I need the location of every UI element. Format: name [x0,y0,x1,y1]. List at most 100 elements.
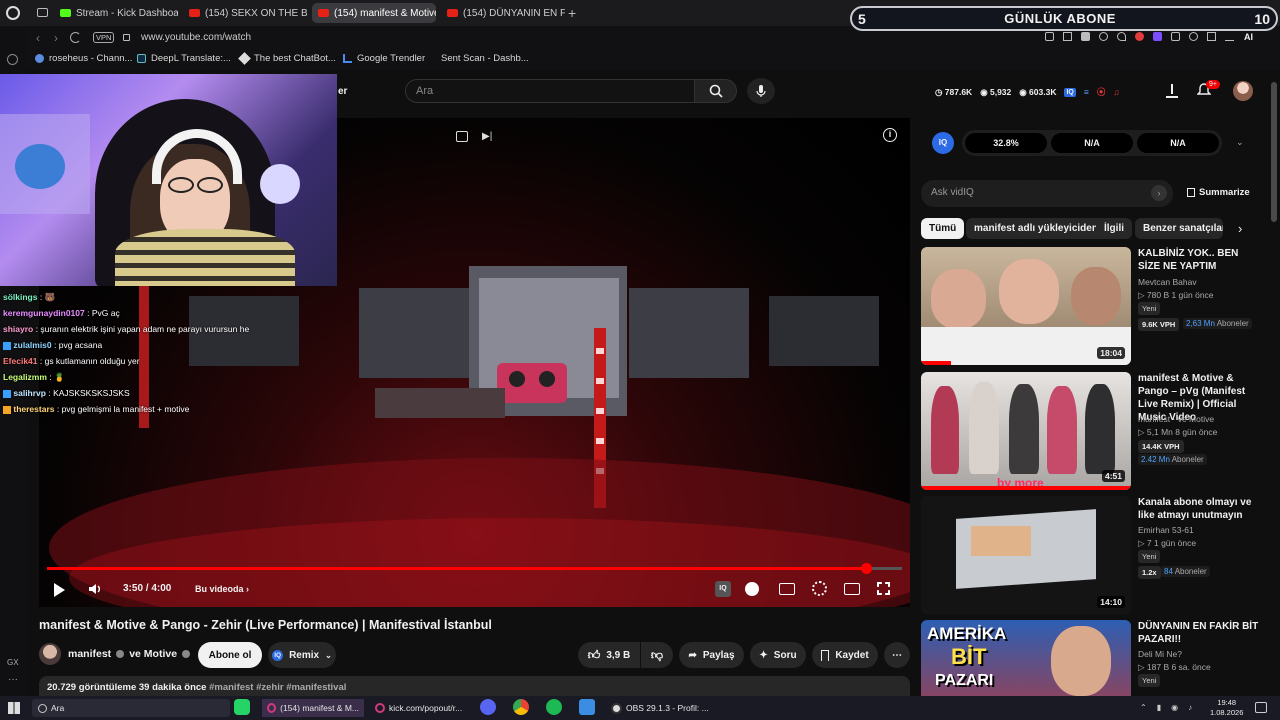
summarize-button[interactable]: Summarize [1187,187,1250,198]
description-box[interactable]: 20.729 görüntüleme 39 dakika önce #manif… [39,676,910,696]
search-input[interactable]: Ara [405,79,695,103]
youtube-logo-text[interactable]: er [338,86,347,97]
start-icon[interactable] [8,702,20,714]
related-video[interactable]: 18:04 KALBİNİZ YOK.. BEN SİZE NE YAPTIM … [921,247,1261,365]
more-actions-button[interactable]: ⋯ [884,642,910,668]
whatsapp-icon[interactable] [234,699,250,715]
related-title[interactable]: KALBİNİZ YOK.. BEN SİZE NE YAPTIM [1138,247,1260,273]
chip-from-uploader[interactable]: manifest adlı yükleyiciden [966,218,1106,239]
chip-related[interactable]: İlgili [1096,218,1132,239]
system-tray-icons[interactable]: ⌃ ▮ ◉ ♪ [1140,703,1192,712]
related-title[interactable]: DÜNYANIN EN FAKİR BİT PAZARI!! [1138,620,1260,646]
related-video[interactable]: by more 4:51 manifest & Motive & Pango –… [921,372,1261,490]
share-button[interactable]: ➦ Paylaş [679,642,744,668]
notifications-button[interactable]: 9+ [1197,80,1220,100]
settings-icon[interactable] [812,581,827,596]
progress-bar[interactable] [47,563,902,574]
related-video[interactable]: AMERİKA BİT PAZARI DÜNYANIN EN FAKİR BİT… [921,620,1261,696]
taskbar-item-kick[interactable]: kick.com/popout/r... [370,699,470,717]
vidiq-score[interactable]: 32.8% [965,133,1047,153]
chapter-button[interactable]: Bu videoda › [195,584,249,594]
discord-icon[interactable] [480,699,496,715]
voice-search-button[interactable] [747,78,775,104]
miniplayer-icon[interactable] [456,131,468,142]
url-field[interactable]: www.youtube.com/watch [141,32,251,43]
volume-icon[interactable] [87,581,103,597]
reload-icon[interactable] [70,32,81,43]
chips-next-icon[interactable]: › [1238,221,1242,236]
related-channel[interactable]: Deli Mi Ne? [1138,649,1182,659]
save-button[interactable]: Kaydet [812,642,878,668]
progress-scrubber[interactable] [861,563,873,574]
list-icon[interactable]: ≡ [1084,87,1089,97]
gx-label[interactable]: GX [7,658,19,667]
scrollbar-thumb[interactable] [1271,82,1277,222]
related-title[interactable]: Kanala abone olmayı ve like atmayı unutm… [1138,496,1260,522]
bookmark-sent-scan[interactable]: Sent Scan - Dashb... [441,53,529,64]
send-icon[interactable]: › [1151,185,1167,201]
vidiq-small-icon[interactable]: IQ [1064,87,1076,97]
forward-icon[interactable]: › [54,31,58,45]
info-icon[interactable]: i [883,128,897,142]
channel-avatar[interactable] [39,643,61,665]
fullscreen-icon[interactable] [877,582,890,595]
ai-button[interactable]: AI [1244,32,1253,42]
bookmark-google-trends[interactable]: Google Trendler [343,53,425,64]
related-channel[interactable]: Mevtcan Bahav [1138,277,1197,287]
tab-sekx[interactable]: (154) SEKX ON THE BİÇ | [183,3,307,23]
ask-button[interactable]: ✦ Soru [750,642,806,668]
related-channel[interactable]: Emirhan 53-61 [1138,525,1194,535]
channel-names[interactable]: manifest ve Motive [68,648,191,660]
play-button[interactable] [54,583,65,597]
remix-button[interactable]: IQ Remix ⌄ [268,642,336,668]
vidiq-player-icon[interactable]: IQ [715,581,731,597]
dislike-button[interactable]: 👎︎ [641,642,673,668]
bookmark-chatbot[interactable]: The best ChatBot... [238,52,336,65]
tab-kick-dashboard[interactable]: Stream - Kick Dashboard [54,3,178,23]
theater-icon[interactable] [844,583,860,595]
back-icon[interactable]: ‹ [36,31,40,45]
clock[interactable]: 19:48 1.08.2026 [1210,698,1243,718]
vpn-badge[interactable]: VPN [93,32,115,43]
related-channel[interactable]: manifest · ve Motive [1138,414,1214,424]
tab-dunyanin[interactable]: (154) DÜNYANIN EN FAKİR [441,3,565,23]
chip-all[interactable]: Tümü [921,218,965,239]
browser-menu-icon[interactable] [6,6,20,20]
upload-icon[interactable] [1166,84,1178,98]
chrome-icon[interactable] [513,699,529,715]
extension-icons[interactable] [1045,32,1234,41]
taskbar-item-obs[interactable]: OBS 29.1.3 - Profil: ... [606,699,716,717]
app-icon[interactable] [579,699,595,715]
bookmark-roseheus[interactable]: roseheus - Chann... [35,53,132,64]
autoplay-toggle[interactable] [745,582,759,596]
video-thumbnail[interactable]: 18:04 [921,247,1131,365]
notification-center-icon[interactable] [1255,702,1267,713]
chip-similar-artists[interactable]: Benzer sanatçılar [1135,218,1223,239]
vidiq-expand-icon[interactable]: ⌄ [1236,137,1244,148]
search-button[interactable] [695,79,737,103]
taskbar-search[interactable]: Ara [32,699,230,717]
spotify-icon[interactable] [546,699,562,715]
video-thumbnail[interactable]: AMERİKA BİT PAZARI [921,620,1131,696]
skip-icon[interactable]: ▶| [482,131,492,142]
like-button[interactable]: 👍︎ 3,9 B [578,642,640,668]
related-video[interactable]: 14:10 Kanala abone olmayı ve like atmayı… [921,496,1261,614]
vidiq-metric-3[interactable]: N/A [1137,133,1219,153]
pin-icon[interactable]: ⦿ [1097,86,1106,98]
tab-manifest[interactable]: (154) manifest & Motive & [312,3,436,23]
scrollbar[interactable] [1270,72,1278,696]
vidiq-logo[interactable]: IQ [932,132,954,154]
vidiq-metric-2[interactable]: N/A [1051,133,1133,153]
ask-vidiq-input[interactable]: Ask vidIQ › [921,180,1173,207]
video-thumbnail[interactable]: 14:10 [921,496,1131,614]
subtitles-icon[interactable] [779,583,795,595]
avatar[interactable] [1233,81,1253,101]
bell-off-icon[interactable]: ♫ [1113,87,1119,97]
tab-list-icon[interactable] [37,8,48,17]
bookmark-deepl[interactable]: DeepL Translate:... [137,53,231,64]
taskbar-item-browser[interactable]: (154) manifest & M... [262,699,364,717]
video-thumbnail[interactable]: by more 4:51 [921,372,1131,490]
subscribe-button[interactable]: Abone ol [198,642,262,668]
sidebar-home-icon[interactable] [7,54,18,65]
new-tab-icon[interactable]: + [568,5,576,21]
